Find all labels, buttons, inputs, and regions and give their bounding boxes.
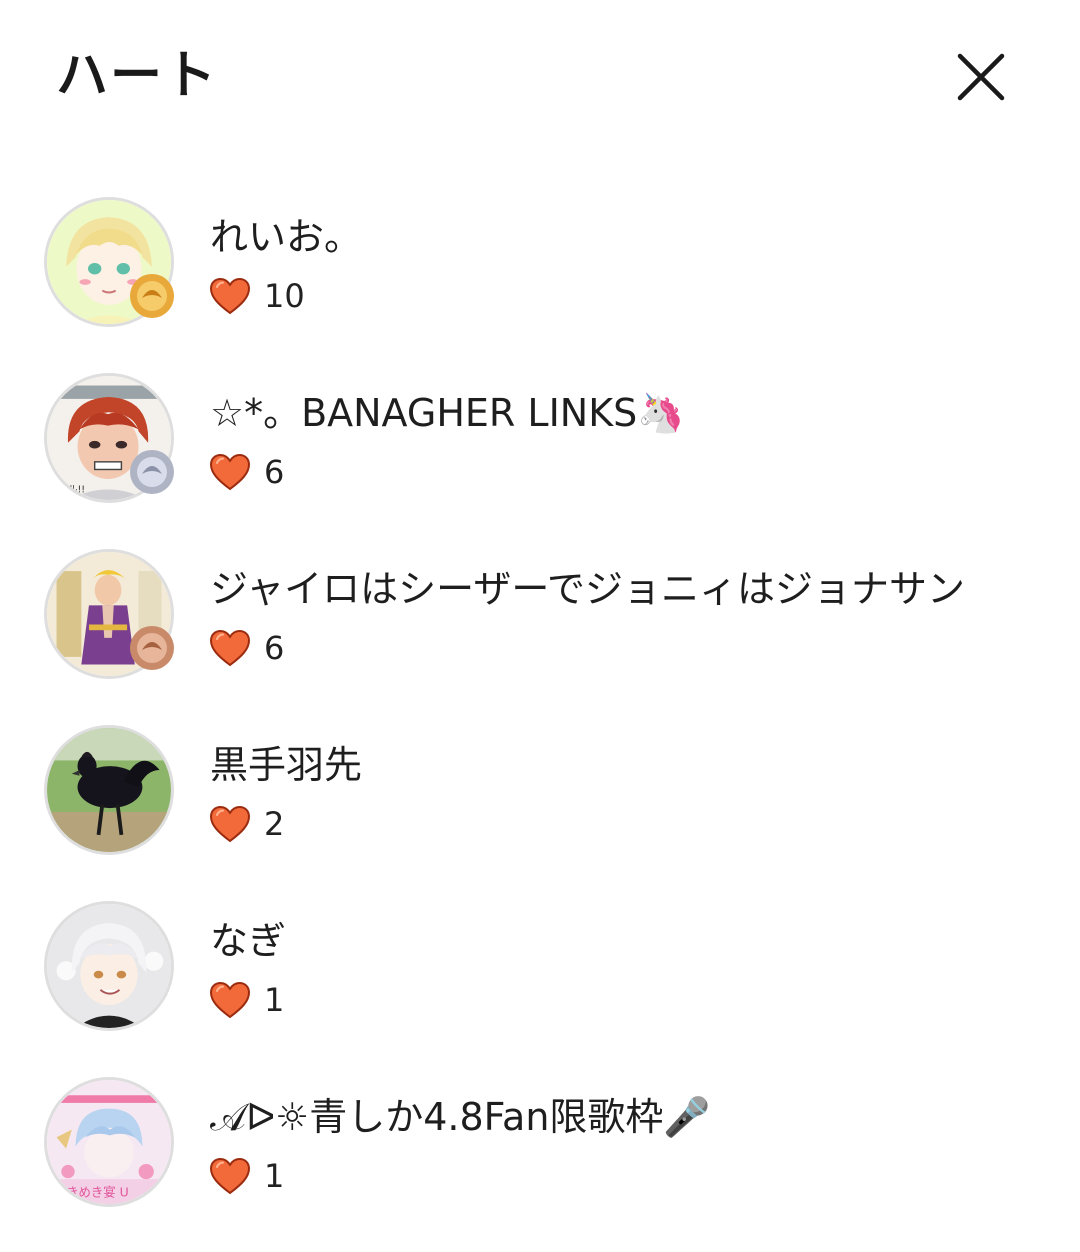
heart-count-group: 10 — [208, 274, 305, 318]
svg-text:きめき宴 U: きめき宴 U — [66, 1184, 129, 1199]
list-item[interactable]: れいお。 10 — [0, 190, 1080, 340]
heart-icon — [209, 981, 251, 1019]
heart-count-group: 6 — [208, 626, 284, 670]
avatar[interactable] — [44, 901, 174, 1031]
close-button[interactable] — [952, 48, 1010, 106]
heart-count-group: 1 — [208, 978, 284, 1022]
heart-icon — [209, 453, 251, 491]
heart-icon — [209, 629, 251, 667]
modal-header: ハート — [0, 0, 1080, 160]
gold-badge-icon — [130, 274, 174, 318]
user-name[interactable]: 𝒜ᐅ☼青しか4.8Fan限歌枠🎤 — [210, 1094, 711, 1140]
close-icon — [957, 53, 1005, 101]
silver-badge-icon — [130, 450, 174, 494]
avatar[interactable]: きめき宴 U — [44, 1077, 174, 1207]
heart-count: 1 — [264, 1157, 285, 1195]
heart-icon — [209, 805, 251, 843]
heart-icon — [209, 277, 251, 315]
heart-count: 2 — [264, 805, 285, 843]
list-item[interactable]: ール!! ☆*。BANAGHER LINKS🦄 6 — [0, 366, 1080, 516]
bronze-badge-icon — [130, 626, 174, 670]
heart-count: 6 — [264, 629, 285, 667]
heart-count-group: 2 — [208, 802, 284, 846]
svg-text:ール!!: ール!! — [58, 484, 85, 495]
user-name[interactable]: れいお。 — [210, 214, 362, 260]
user-name[interactable]: なぎ — [210, 918, 286, 964]
heart-count: 1 — [264, 981, 285, 1019]
heart-count-group: 1 — [208, 1154, 284, 1198]
user-name[interactable]: ☆*。BANAGHER LINKS🦄 — [210, 390, 685, 436]
list-item[interactable]: きめき宴 U 𝒜ᐅ☼青しか4.8Fan限歌枠🎤 1 — [0, 1070, 1080, 1220]
list-item[interactable]: ジャイロはシーザーでジョニィはジョナサン 6 — [0, 542, 1080, 692]
list-item[interactable]: なぎ 1 — [0, 894, 1080, 1044]
user-name[interactable]: 黒手羽先 — [210, 742, 362, 788]
heart-count: 6 — [264, 453, 285, 491]
heart-count: 10 — [264, 277, 305, 315]
list-item[interactable]: 黒手羽先 2 — [0, 718, 1080, 868]
avatar[interactable] — [44, 725, 174, 855]
user-name[interactable]: ジャイロはシーザーでジョニィはジョナサン — [210, 566, 965, 612]
heart-count-group: 6 — [208, 450, 284, 494]
page-title: ハート — [56, 46, 219, 106]
heart-icon — [209, 1157, 251, 1195]
